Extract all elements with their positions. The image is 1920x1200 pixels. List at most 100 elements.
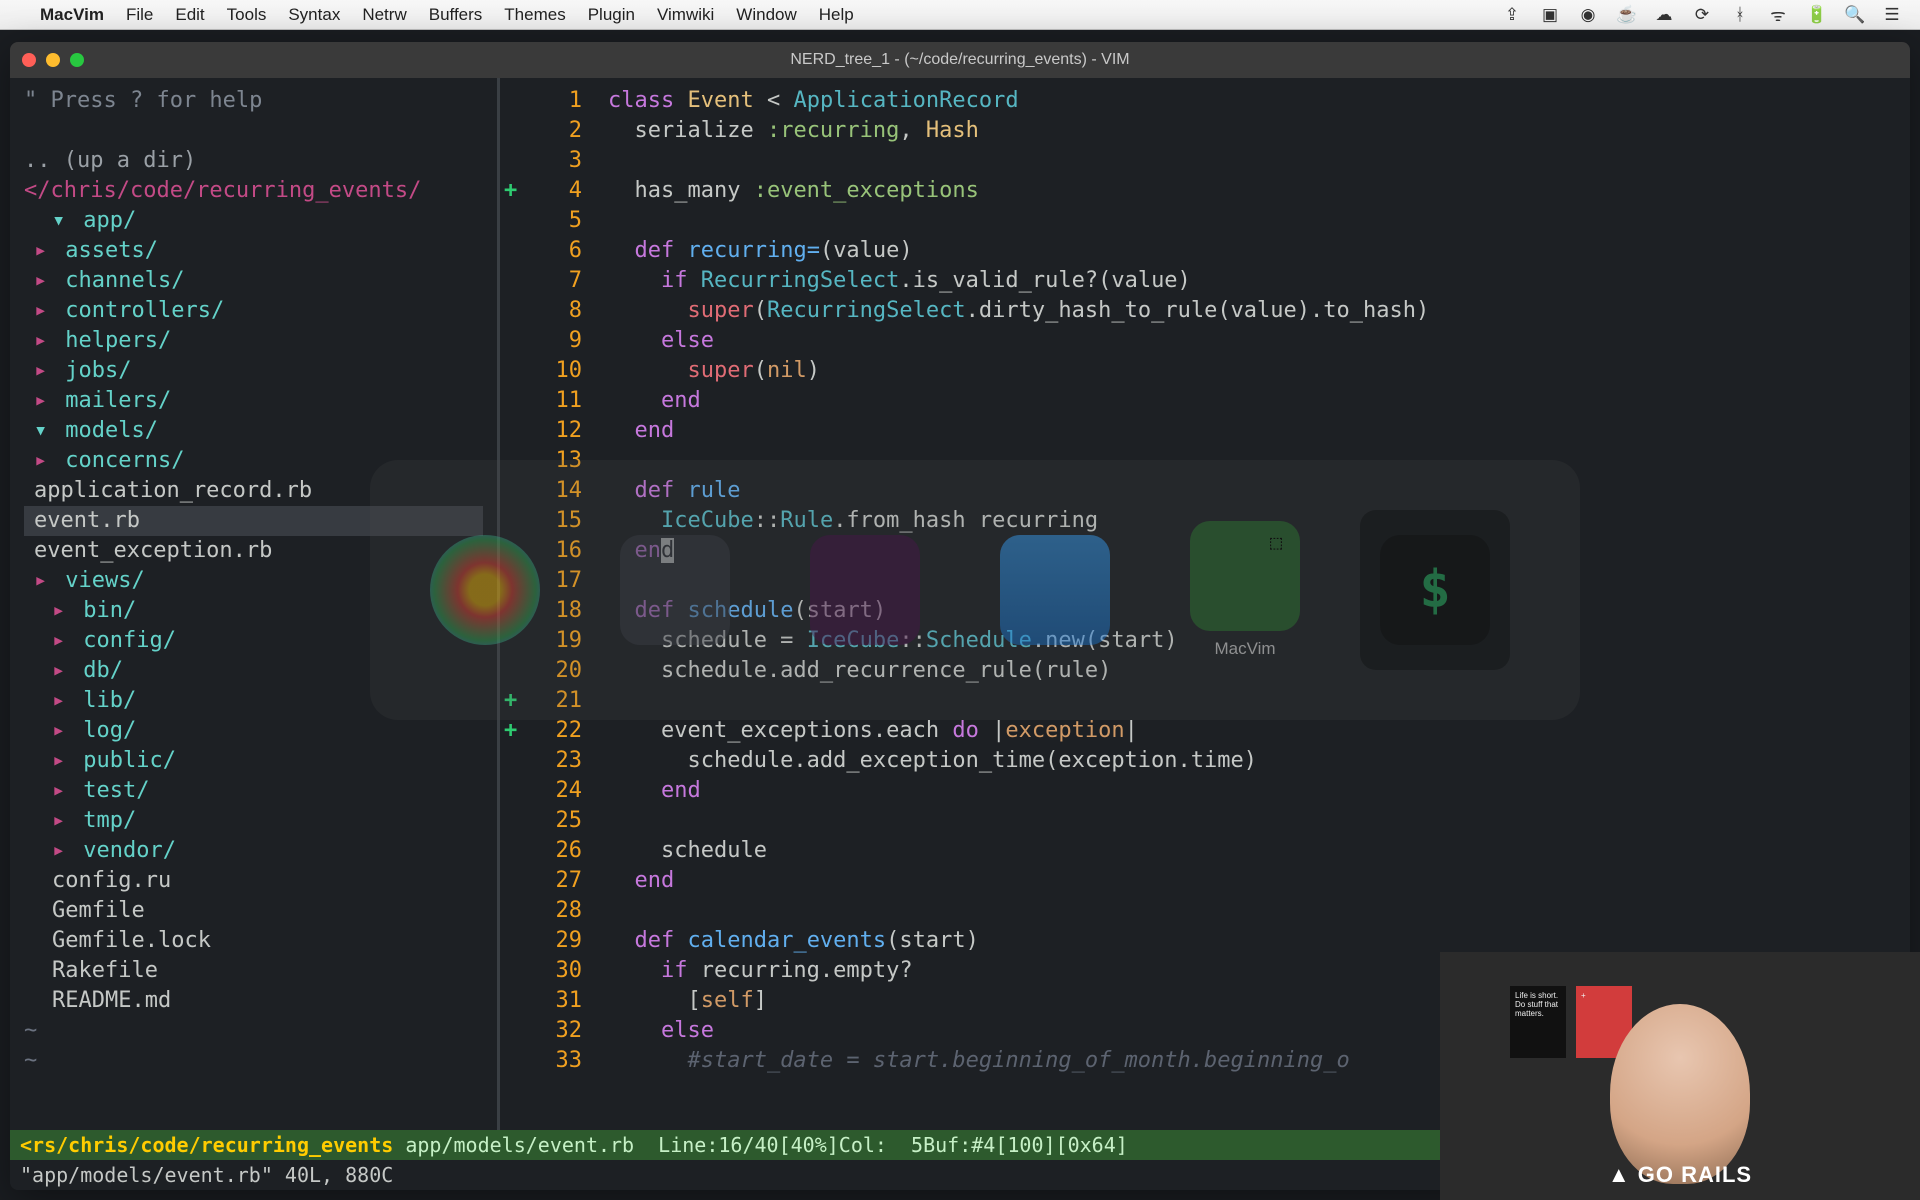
- code-line[interactable]: [608, 896, 1894, 926]
- nerdtree-label: channels/: [52, 268, 184, 293]
- code-line[interactable]: end: [608, 776, 1894, 806]
- code-token: schedule.add_exception_time(exception.ti…: [608, 748, 1257, 773]
- code-line[interactable]: event_exceptions.each do |exception|: [608, 716, 1894, 746]
- titlebar[interactable]: NERD_tree_1 - (~/code/recurring_events) …: [10, 42, 1910, 78]
- menu-syntax[interactable]: Syntax: [288, 5, 340, 25]
- menubar-appname[interactable]: MacVim: [40, 5, 104, 25]
- code-line[interactable]: def recurring=(value): [608, 236, 1894, 266]
- chevron-right-icon[interactable]: ▸: [34, 386, 52, 416]
- code-line[interactable]: end: [608, 386, 1894, 416]
- chevron-right-icon[interactable]: ▸: [52, 776, 70, 806]
- chevron-right-icon[interactable]: ▸: [52, 806, 70, 836]
- code-token: :event_exceptions: [754, 178, 979, 203]
- chevron-right-icon[interactable]: ▸: [52, 746, 70, 776]
- menu-netrw[interactable]: Netrw: [362, 5, 406, 25]
- code-line[interactable]: end: [608, 416, 1894, 446]
- menu-themes[interactable]: Themes: [504, 5, 565, 25]
- app-switcher-tile-macvim[interactable]: MacVim: [1170, 510, 1320, 670]
- nerdtree-dir[interactable]: ▸ mailers/: [24, 386, 483, 416]
- nerdtree-dir[interactable]: ▸ assets/: [24, 236, 483, 266]
- nerdtree-dir[interactable]: ▸ channels/: [24, 266, 483, 296]
- code-token: end: [608, 388, 701, 413]
- code-line[interactable]: serialize :recurring, Hash: [608, 116, 1894, 146]
- minimize-button[interactable]: [46, 53, 60, 67]
- code-line[interactable]: schedule: [608, 836, 1894, 866]
- chevron-right-icon[interactable]: ▸: [34, 566, 52, 596]
- chevron-down-icon[interactable]: ▾: [34, 416, 52, 446]
- dropbox-icon[interactable]: ⇪: [1502, 5, 1522, 25]
- chevron-right-icon[interactable]: ▸: [34, 446, 52, 476]
- chevron-right-icon[interactable]: ▸: [34, 326, 52, 356]
- bluetooth-icon[interactable]: ᚼ: [1730, 5, 1750, 25]
- chevron-right-icon[interactable]: ▸: [52, 716, 70, 746]
- app-switcher-overlay[interactable]: MacVim $: [370, 460, 1580, 720]
- app-switcher-tile-chrome[interactable]: [410, 510, 560, 670]
- chevron-right-icon[interactable]: ▸: [34, 266, 52, 296]
- nerdtree-dir[interactable]: ▾ app/: [24, 206, 483, 236]
- app-switcher-tile-notes[interactable]: [600, 510, 750, 670]
- menu-file[interactable]: File: [126, 5, 153, 25]
- chevron-right-icon[interactable]: ▸: [34, 236, 52, 266]
- menu-help[interactable]: Help: [819, 5, 854, 25]
- caffeine-icon[interactable]: ☕: [1616, 5, 1636, 25]
- battery-icon[interactable]: 🔋: [1806, 5, 1826, 25]
- cloud-icon[interactable]: ☁: [1654, 5, 1674, 25]
- menu-plugin[interactable]: Plugin: [588, 5, 635, 25]
- nerdtree-dir[interactable]: ▸ test/: [24, 776, 483, 806]
- hamburger-icon[interactable]: ☰: [1882, 5, 1902, 25]
- chevron-right-icon[interactable]: ▸: [52, 596, 70, 626]
- code-token: .dirty_hash_to_rule(value).to_hash: [966, 298, 1416, 323]
- zoom-button[interactable]: [70, 53, 84, 67]
- menu-tools[interactable]: Tools: [227, 5, 267, 25]
- nerdtree-dir[interactable]: ▸ public/: [24, 746, 483, 776]
- code-line[interactable]: if RecurringSelect.is_valid_rule?(value): [608, 266, 1894, 296]
- app-switcher-tile-iterm[interactable]: $: [1360, 510, 1510, 670]
- wifi-icon[interactable]: ᯤ: [1768, 3, 1788, 26]
- code-line[interactable]: schedule.add_exception_time(exception.ti…: [608, 746, 1894, 776]
- menu-vimwiki[interactable]: Vimwiki: [657, 5, 714, 25]
- chevron-down-icon[interactable]: ▾: [52, 206, 70, 236]
- code-line[interactable]: has_many :event_exceptions: [608, 176, 1894, 206]
- code-line[interactable]: super(RecurringSelect.dirty_hash_to_rule…: [608, 296, 1894, 326]
- close-button[interactable]: [22, 53, 36, 67]
- code-line[interactable]: [608, 806, 1894, 836]
- code-line[interactable]: [608, 206, 1894, 236]
- code-token: recurring=: [687, 238, 819, 263]
- nerdtree-label: config.ru: [52, 868, 171, 893]
- chevron-right-icon[interactable]: ▸: [52, 836, 70, 866]
- nerdtree-dir[interactable]: ▸ controllers/: [24, 296, 483, 326]
- nerdtree-root[interactable]: </chris/code/recurring_events/: [24, 176, 483, 206]
- nerdtree-file[interactable]: README.md: [24, 986, 483, 1016]
- nerdtree-label: tmp/: [70, 808, 136, 833]
- menu-edit[interactable]: Edit: [175, 5, 204, 25]
- spotlight-icon[interactable]: 🔍: [1844, 5, 1864, 25]
- nerdtree-dir[interactable]: ▸ helpers/: [24, 326, 483, 356]
- code-line[interactable]: else: [608, 326, 1894, 356]
- chevron-right-icon[interactable]: ▸: [52, 686, 70, 716]
- code-line[interactable]: class Event < ApplicationRecord: [608, 86, 1894, 116]
- nerdtree-file[interactable]: Gemfile: [24, 896, 483, 926]
- cloudsync-icon[interactable]: ◉: [1578, 5, 1598, 25]
- app-switcher-tile-finder[interactable]: [980, 510, 1130, 670]
- nerdtree-dir[interactable]: ▸ jobs/: [24, 356, 483, 386]
- nerdtree-dir[interactable]: ▸ log/: [24, 716, 483, 746]
- nerdtree-dir[interactable]: ▸ vendor/: [24, 836, 483, 866]
- code-line[interactable]: end: [608, 866, 1894, 896]
- app-switcher-tile-slack[interactable]: [790, 510, 940, 670]
- chevron-right-icon[interactable]: ▸: [34, 356, 52, 386]
- chevron-right-icon[interactable]: ▸: [34, 296, 52, 326]
- chevron-right-icon[interactable]: ▸: [52, 656, 70, 686]
- menu-window[interactable]: Window: [736, 5, 796, 25]
- nerdtree-file[interactable]: Rakefile: [24, 956, 483, 986]
- nerdtree-dir[interactable]: ▾ models/: [24, 416, 483, 446]
- nerdtree-file[interactable]: config.ru: [24, 866, 483, 896]
- code-line[interactable]: [608, 146, 1894, 176]
- menu-buffers[interactable]: Buffers: [429, 5, 483, 25]
- nerdtree-file[interactable]: Gemfile.lock: [24, 926, 483, 956]
- chevron-right-icon[interactable]: ▸: [52, 626, 70, 656]
- code-line[interactable]: super(nil): [608, 356, 1894, 386]
- nerdtree-dir[interactable]: ▸ tmp/: [24, 806, 483, 836]
- video-icon[interactable]: ▣: [1540, 5, 1560, 25]
- sync-icon[interactable]: ⟳: [1692, 5, 1712, 25]
- nerdtree-updir[interactable]: .. (up a dir): [24, 146, 483, 176]
